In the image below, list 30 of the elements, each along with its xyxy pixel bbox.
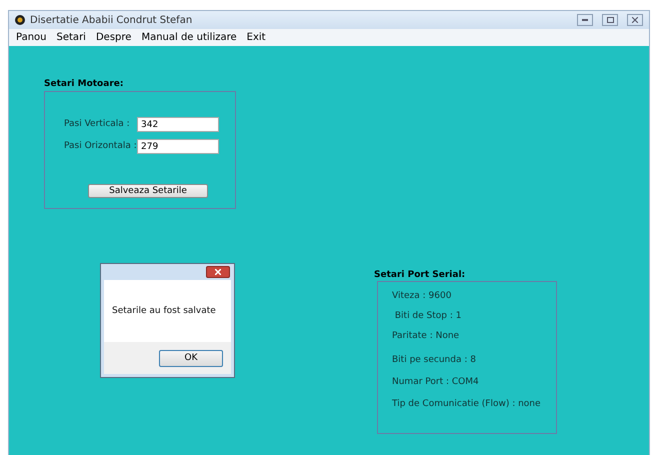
info-text: Paritate : None — [392, 331, 460, 341]
minimize-button[interactable] — [577, 14, 593, 26]
info-text: Tip de Comunicatie (Flow) : none — [392, 399, 541, 409]
input-field[interactable]: 342 — [137, 117, 219, 132]
minimize-icon — [582, 19, 588, 21]
field-label: Pasi Verticala : — [64, 119, 130, 129]
maximize-button[interactable] — [602, 14, 618, 26]
close-icon — [215, 269, 221, 275]
dialog-message: Setarile au fost salvate — [112, 306, 216, 316]
close-button[interactable] — [206, 266, 230, 278]
ok-button[interactable]: OK — [159, 350, 223, 366]
info-text: Numar Port : COM4 — [392, 377, 479, 387]
menu-item[interactable]: Manual de utilizare — [136, 32, 242, 43]
field-label: Pasi Orizontala : — [64, 141, 137, 151]
window-title: Disertatie Ababii Condrut Stefan — [30, 14, 194, 26]
info-text: Biti pe secunda : 8 — [392, 355, 476, 365]
group-title: Setari Motoare: — [44, 79, 124, 89]
group-title: Setari Port Serial: — [374, 270, 466, 280]
maximize-icon — [606, 17, 614, 23]
menu-item[interactable]: Panou — [11, 32, 52, 43]
close-button[interactable] — [627, 14, 643, 26]
menu-item[interactable]: Exit — [242, 32, 271, 43]
input-field[interactable]: 279 — [137, 139, 219, 154]
app-icon — [15, 15, 25, 25]
save-button[interactable]: Salveaza Setarile — [88, 184, 208, 198]
menu-item[interactable]: Despre — [90, 32, 136, 43]
menu-item[interactable]: Setari — [52, 32, 91, 43]
info-text: Biti de Stop : 1 — [394, 311, 462, 321]
close-icon — [632, 17, 638, 23]
info-text: Viteza : 9600 — [392, 291, 452, 301]
